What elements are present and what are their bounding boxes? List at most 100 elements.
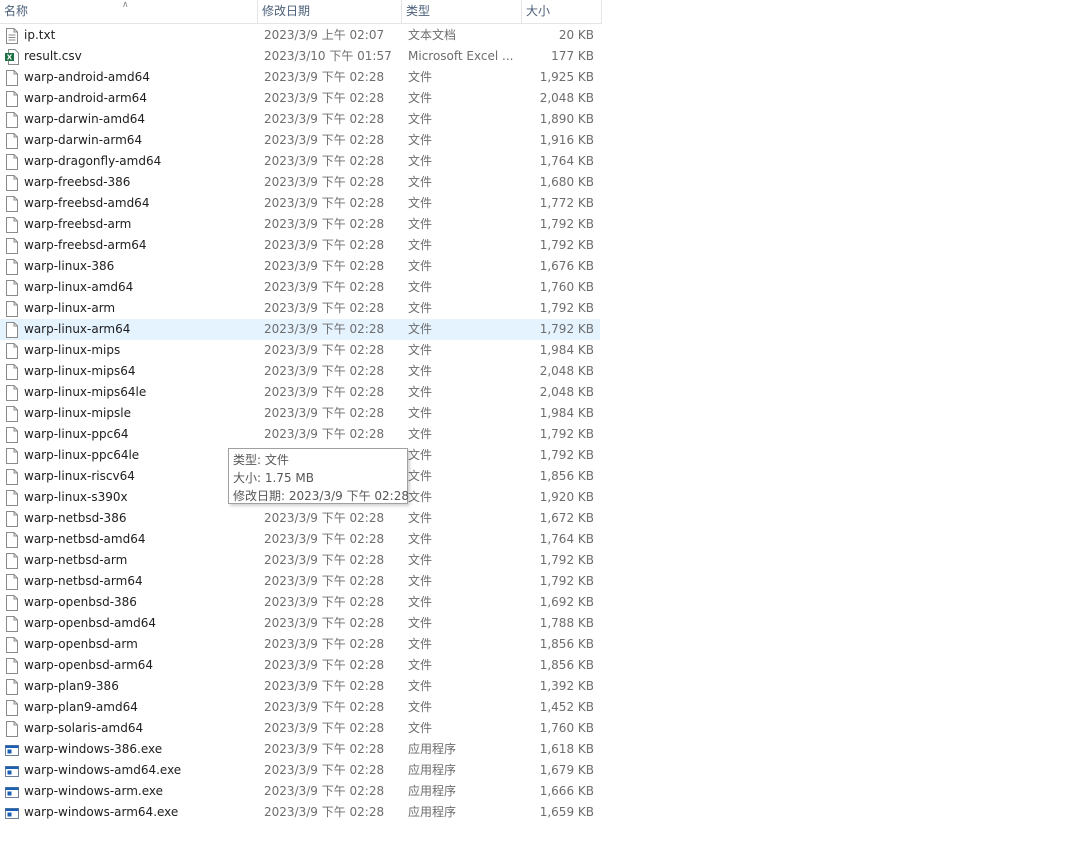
file-size: 20 KB: [558, 28, 594, 42]
column-header-name[interactable]: 名称 ∧: [0, 0, 258, 23]
file-row[interactable]: warp-linux-mipsle 2023/3/9 下午 02:28 文件 1,98…: [0, 403, 600, 424]
file-row[interactable]: warp-netbsd-arm64 2023/3/9 下午 02:28 文件 1,79…: [0, 571, 600, 592]
exe-file-icon: [5, 805, 19, 821]
file-size: 1,760 KB: [539, 280, 594, 294]
file-name: warp-freebsd-386: [24, 175, 131, 189]
file-name: warp-openbsd-amd64: [24, 616, 156, 630]
file-type: 文件: [408, 196, 433, 210]
file-row[interactable]: warp-netbsd-arm 2023/3/9 下午 02:28 文件 1,792 …: [0, 550, 600, 571]
file-row[interactable]: warp-openbsd-arm 2023/3/9 下午 02:28 文件 1,856…: [0, 634, 600, 655]
file-row[interactable]: warp-openbsd-amd64 2023/3/9 下午 02:28 文件 1,7…: [0, 613, 600, 634]
file-name: warp-freebsd-amd64: [24, 196, 150, 210]
column-header-name-label: 名称: [4, 4, 29, 18]
file-date: 2023/3/9 下午 02:28: [264, 679, 385, 693]
file-icon: [5, 469, 19, 485]
file-type: 文本文档: [408, 28, 457, 42]
file-name: warp-linux-ppc64: [24, 427, 129, 441]
file-row[interactable]: warp-linux-mips 2023/3/9 下午 02:28 文件 1,984 …: [0, 340, 600, 361]
file-date: 2023/3/9 下午 02:28: [264, 259, 385, 273]
file-date: 2023/3/9 下午 02:28: [264, 217, 385, 231]
file-row[interactable]: Xresult.csv 2023/3/10 下午 01:57 Microsoft E…: [0, 46, 600, 67]
file-row[interactable]: warp-windows-arm.exe 2023/3/9 下午 02:28 应用程…: [0, 781, 600, 802]
file-row[interactable]: ip.txt 2023/3/9 上午 02:07 文本文档 20 KB: [0, 25, 600, 46]
file-name: warp-linux-mips: [24, 343, 121, 357]
file-size: 1,856 KB: [539, 658, 594, 672]
file-name: warp-netbsd-amd64: [24, 532, 146, 546]
sort-chevron-icon: ∧: [122, 0, 129, 10]
column-header-size[interactable]: 大小: [522, 0, 602, 23]
file-icon: [5, 196, 19, 212]
file-type: 文件: [408, 154, 433, 168]
file-row[interactable]: warp-freebsd-amd64 2023/3/9 下午 02:28 文件 1,7…: [0, 193, 600, 214]
file-icon: [5, 70, 19, 86]
file-row[interactable]: warp-freebsd-arm 2023/3/9 下午 02:28 文件 1,792…: [0, 214, 600, 235]
file-type: 文件: [408, 301, 433, 315]
file-size: 2,048 KB: [539, 364, 594, 378]
file-row[interactable]: warp-plan9-386 2023/3/9 下午 02:28 文件 1,392 K…: [0, 676, 600, 697]
file-icon: [5, 91, 19, 107]
file-row[interactable]: warp-plan9-amd64 2023/3/9 下午 02:28 文件 1,452…: [0, 697, 600, 718]
file-name: warp-linux-amd64: [24, 280, 134, 294]
file-row[interactable]: warp-dragonfly-amd64 2023/3/9 下午 02:28 文件 1…: [0, 151, 600, 172]
excel-file-icon: X: [5, 49, 19, 65]
file-icon: [5, 532, 19, 548]
file-date: 2023/3/9 下午 02:28: [264, 133, 385, 147]
file-row[interactable]: warp-netbsd-amd64 2023/3/9 下午 02:28 文件 1,76…: [0, 529, 600, 550]
file-row[interactable]: warp-darwin-amd64 2023/3/9 下午 02:28 文件 1,89…: [0, 109, 600, 130]
file-type: 文件: [408, 259, 433, 273]
file-name: warp-netbsd-386: [24, 511, 127, 525]
file-row[interactable]: warp-linux-386 2023/3/9 下午 02:28 文件 1,676 K…: [0, 256, 600, 277]
file-type: 应用程序: [408, 742, 457, 756]
file-row[interactable]: warp-android-arm64 2023/3/9 下午 02:28 文件 2,0…: [0, 88, 600, 109]
file-row[interactable]: warp-windows-arm64.exe 2023/3/9 下午 02:28 应…: [0, 802, 600, 823]
file-type: 文件: [408, 280, 433, 294]
file-name: warp-windows-386.exe: [24, 742, 163, 756]
file-type: 文件: [408, 511, 433, 525]
file-row[interactable]: warp-openbsd-arm64 2023/3/9 下午 02:28 文件 1,8…: [0, 655, 600, 676]
tooltip-size: 大小: 1.75 MB: [233, 471, 314, 485]
file-icon: [5, 616, 19, 632]
column-header-date[interactable]: 修改日期: [258, 0, 402, 23]
file-icon: [5, 637, 19, 653]
file-size: 177 KB: [551, 49, 594, 63]
file-date: 2023/3/9 下午 02:28: [264, 784, 385, 798]
file-row[interactable]: warp-freebsd-386 2023/3/9 下午 02:28 文件 1,680…: [0, 172, 600, 193]
file-icon: [5, 574, 19, 590]
file-size: 1,672 KB: [539, 511, 594, 525]
file-icon: [5, 406, 19, 422]
column-header-type[interactable]: 类型: [402, 0, 522, 23]
file-date: 2023/3/9 下午 02:28: [264, 721, 385, 735]
file-size: 1,984 KB: [539, 406, 594, 420]
file-row[interactable]: warp-linux-arm 2023/3/9 下午 02:28 文件 1,792 K…: [0, 298, 600, 319]
file-type: 文件: [408, 91, 433, 105]
tooltip-date: 修改日期: 2023/3/9 下午 02:28: [233, 489, 409, 503]
file-row[interactable]: warp-freebsd-arm64 2023/3/9 下午 02:28 文件 1,7…: [0, 235, 600, 256]
file-date: 2023/3/9 下午 02:28: [264, 637, 385, 651]
file-row[interactable]: warp-darwin-arm64 2023/3/9 下午 02:28 文件 1,91…: [0, 130, 600, 151]
file-type: 文件: [408, 658, 433, 672]
file-type: 文件: [408, 616, 433, 630]
file-row[interactable]: warp-windows-386.exe 2023/3/9 下午 02:28 应用程…: [0, 739, 600, 760]
file-row[interactable]: warp-android-amd64 2023/3/9 下午 02:28 文件 1,9…: [0, 67, 600, 88]
file-name: warp-netbsd-arm64: [24, 574, 143, 588]
file-row[interactable]: warp-solaris-amd64 2023/3/9 下午 02:28 文件 1,7…: [0, 718, 600, 739]
file-row[interactable]: warp-windows-amd64.exe 2023/3/9 下午 02:28 应…: [0, 760, 600, 781]
file-size: 1,618 KB: [539, 742, 594, 756]
file-row[interactable]: warp-linux-ppc64 2023/3/9 下午 02:28 文件 1,792…: [0, 424, 600, 445]
file-date: 2023/3/9 上午 02:07: [264, 28, 385, 42]
file-icon: [5, 679, 19, 695]
file-icon: [5, 553, 19, 569]
file-row[interactable]: warp-linux-mips64 2023/3/9 下午 02:28 文件 2,04…: [0, 361, 600, 382]
file-name: warp-dragonfly-amd64: [24, 154, 162, 168]
file-row[interactable]: warp-linux-arm64 2023/3/9 下午 02:28 文件 1,792…: [0, 319, 600, 340]
file-size: 2,048 KB: [539, 91, 594, 105]
file-size: 1,792 KB: [539, 574, 594, 588]
file-type: 文件: [408, 637, 433, 651]
file-row[interactable]: warp-netbsd-386 2023/3/9 下午 02:28 文件 1,672 …: [0, 508, 600, 529]
file-row[interactable]: warp-linux-mips64le 2023/3/9 下午 02:28 文件 2,…: [0, 382, 600, 403]
file-row[interactable]: warp-openbsd-386 2023/3/9 下午 02:28 文件 1,692…: [0, 592, 600, 613]
file-name: warp-linux-mips64le: [24, 385, 147, 399]
file-row[interactable]: warp-linux-amd64 2023/3/9 下午 02:28 文件 1,760…: [0, 277, 600, 298]
file-size: 1,764 KB: [539, 154, 594, 168]
file-name: warp-windows-arm.exe: [24, 784, 164, 798]
